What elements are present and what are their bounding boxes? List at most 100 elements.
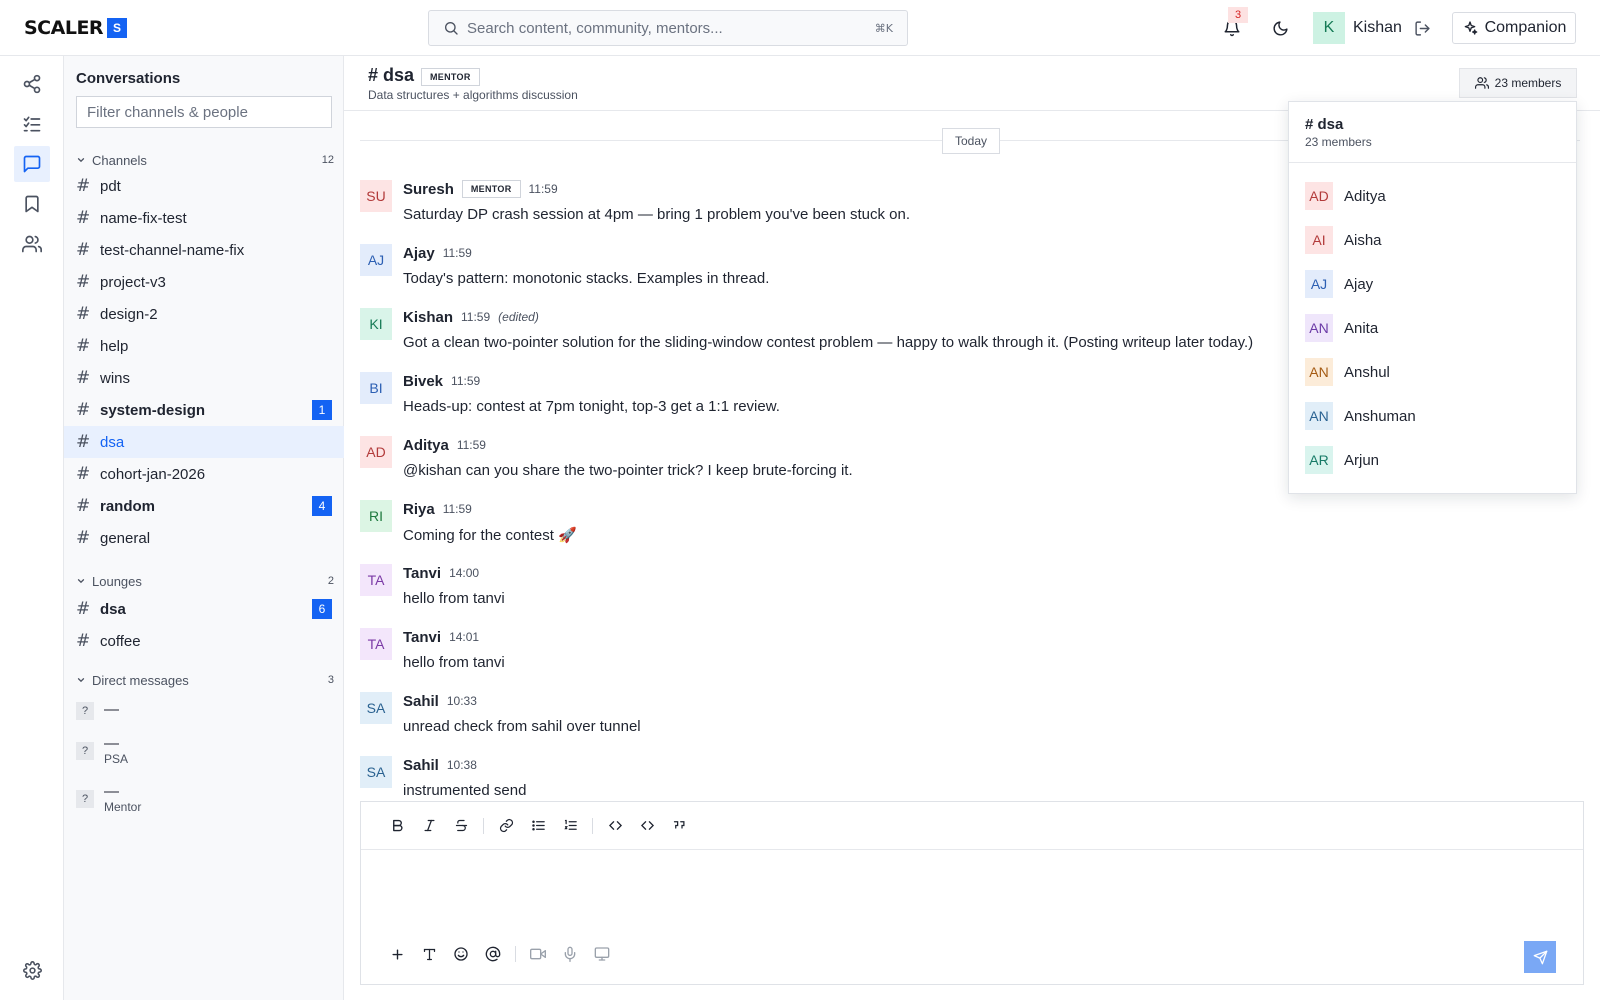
- message-author[interactable]: Suresh: [403, 181, 454, 198]
- bullet-list-icon[interactable]: [522, 810, 554, 842]
- channel-item-cohort-jan-2026[interactable]: # cohort-jan-2026: [64, 458, 344, 490]
- message-author[interactable]: Kishan: [403, 309, 453, 326]
- user-name[interactable]: Kishan: [1353, 19, 1402, 37]
- message-time: 14:01: [449, 630, 480, 644]
- channel-item-system-design[interactable]: # system-design 1: [64, 394, 344, 426]
- strikethrough-icon[interactable]: [445, 810, 477, 842]
- search-input[interactable]: [467, 19, 875, 37]
- code-block-icon[interactable]: [631, 810, 663, 842]
- lounge-item-coffee[interactable]: # coffee: [64, 625, 344, 657]
- member-name: Aisha: [1344, 231, 1382, 249]
- channel-item-wins[interactable]: # wins: [64, 362, 344, 394]
- bookmark-icon[interactable]: [14, 186, 50, 222]
- member-row[interactable]: AN Anita: [1305, 314, 1561, 342]
- companion-button[interactable]: Companion: [1452, 12, 1576, 44]
- message-author[interactable]: Ajay: [403, 245, 435, 262]
- channels-section-header[interactable]: Channels 12: [76, 150, 334, 170]
- message-author[interactable]: Riya: [403, 501, 435, 518]
- send-button[interactable]: [1524, 941, 1556, 973]
- code-icon[interactable]: [599, 810, 631, 842]
- message-avatar[interactable]: BI: [360, 372, 392, 404]
- share-icon[interactable]: [14, 66, 50, 102]
- message-author[interactable]: Tanvi: [403, 629, 441, 646]
- link-icon[interactable]: [490, 810, 522, 842]
- channel-item-test-channel-name-fix[interactable]: # test-channel-name-fix: [64, 234, 344, 266]
- message-avatar[interactable]: SU: [360, 180, 392, 212]
- members-count-label: 23 members: [1494, 76, 1562, 90]
- channel-item-pdt[interactable]: # pdt: [64, 170, 344, 202]
- message-author[interactable]: Bivek: [403, 373, 443, 390]
- chat-icon[interactable]: [14, 146, 50, 182]
- channel-item-project-v3[interactable]: # project-v3: [64, 266, 344, 298]
- member-name: Anshuman: [1344, 407, 1416, 425]
- message-avatar[interactable]: AJ: [360, 244, 392, 276]
- settings-gear-icon[interactable]: [20, 958, 44, 982]
- scaler-logo[interactable]: SCALER S: [24, 17, 128, 39]
- message-author[interactable]: Sahil: [403, 693, 439, 710]
- message-text: Heads-up: contest at 7pm tonight, top-3 …: [403, 398, 780, 415]
- user-avatar[interactable]: K: [1313, 12, 1345, 44]
- message-text: instrumented send: [403, 782, 527, 799]
- quote-icon[interactable]: [663, 810, 695, 842]
- hash-icon: #: [76, 336, 91, 356]
- channel-item-help[interactable]: # help: [64, 330, 344, 362]
- direct-messages-section-header[interactable]: Direct messages 3: [76, 670, 334, 690]
- channel-item-design-2[interactable]: # design-2: [64, 298, 344, 330]
- message-avatar[interactable]: TA: [360, 628, 392, 660]
- message-avatar[interactable]: TA: [360, 564, 392, 596]
- edited-marker: (edited): [498, 310, 539, 324]
- message-avatar[interactable]: AD: [360, 436, 392, 468]
- members-button[interactable]: 23 members: [1459, 68, 1577, 98]
- logout-icon[interactable]: [1410, 16, 1434, 40]
- checklist-icon[interactable]: [14, 106, 50, 142]
- member-row[interactable]: AI Aisha: [1305, 226, 1561, 254]
- unread-badge: 6: [312, 599, 332, 619]
- global-search[interactable]: ⌘K: [428, 10, 908, 46]
- emoji-icon[interactable]: [445, 938, 477, 970]
- channel-item-name-fix-test[interactable]: # name-fix-test: [64, 202, 344, 234]
- section-count: 3: [327, 674, 334, 686]
- dark-mode-moon-icon[interactable]: [1268, 16, 1292, 40]
- dm-item[interactable]: ? — PSA: [76, 736, 332, 766]
- message-avatar[interactable]: SA: [360, 756, 392, 788]
- dm-item[interactable]: ? —: [76, 702, 332, 720]
- logo-badge: S: [107, 18, 128, 38]
- message-author[interactable]: Tanvi: [403, 565, 441, 582]
- video-icon[interactable]: [522, 938, 554, 970]
- dm-avatar: ?: [76, 790, 94, 808]
- bold-icon[interactable]: [381, 810, 413, 842]
- message-input[interactable]: [381, 862, 1561, 922]
- composer-actions: [381, 938, 618, 970]
- numbered-list-icon[interactable]: [554, 810, 586, 842]
- text-format-icon[interactable]: [413, 938, 445, 970]
- dm-item[interactable]: ? — Mentor: [76, 784, 332, 814]
- channel-item-general[interactable]: # general: [64, 522, 344, 554]
- mention-icon[interactable]: [477, 938, 509, 970]
- hash-icon: #: [76, 528, 91, 548]
- screen-share-icon[interactable]: [586, 938, 618, 970]
- member-row[interactable]: AR Arjun: [1305, 446, 1561, 474]
- hash-icon: #: [76, 631, 91, 651]
- member-row[interactable]: AN Anshuman: [1305, 402, 1561, 430]
- member-avatar: AJ: [1305, 270, 1333, 298]
- member-row[interactable]: AJ Ajay: [1305, 270, 1561, 298]
- lounges-section-header[interactable]: Lounges 2: [76, 571, 334, 591]
- unread-badge: 1: [312, 400, 332, 420]
- message-author[interactable]: Sahil: [403, 757, 439, 774]
- member-row[interactable]: AD Aditya: [1305, 182, 1561, 210]
- message-avatar[interactable]: KI: [360, 308, 392, 340]
- people-icon[interactable]: [14, 226, 50, 262]
- channel-item-dsa[interactable]: # dsa: [64, 426, 344, 458]
- lounge-item-dsa[interactable]: # dsa 6: [64, 593, 344, 625]
- filter-channels-input[interactable]: [76, 96, 332, 128]
- message-author[interactable]: Aditya: [403, 437, 449, 454]
- hash-icon: #: [76, 464, 91, 484]
- message-avatar[interactable]: RI: [360, 500, 392, 532]
- message-avatar[interactable]: SA: [360, 692, 392, 724]
- plus-icon[interactable]: [381, 938, 413, 970]
- italic-icon[interactable]: [413, 810, 445, 842]
- channel-item-random[interactable]: # random 4: [64, 490, 344, 522]
- member-row[interactable]: AN Anshul: [1305, 358, 1561, 386]
- conversations-sidebar: Conversations Channels 12 #pdt #name-fix…: [64, 56, 344, 1000]
- mic-icon[interactable]: [554, 938, 586, 970]
